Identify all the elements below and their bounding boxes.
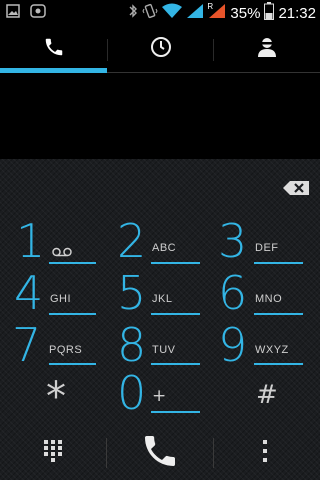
tab-contacts[interactable]	[214, 25, 320, 73]
key-letters: +	[152, 386, 167, 406]
dial-key-4[interactable]: 4 GHI	[0, 270, 106, 322]
key-letters: MNO	[255, 293, 283, 305]
key-underline	[49, 313, 96, 315]
dial-key-hash[interactable]: #	[213, 372, 319, 424]
key-letters: WXYZ	[255, 344, 289, 356]
key-underline	[254, 313, 303, 315]
key-underline	[254, 262, 303, 264]
key-digit: 5	[117, 266, 147, 320]
key-underline	[49, 363, 96, 365]
key-digit: #	[256, 380, 278, 410]
notification-icon	[30, 4, 46, 23]
backspace-button[interactable]	[282, 180, 310, 196]
key-digit: 9	[218, 318, 248, 372]
key-digit: 7	[12, 318, 42, 372]
battery-icon	[264, 2, 275, 25]
call-button[interactable]	[137, 428, 183, 474]
bluetooth-icon	[128, 3, 138, 24]
tab-call-log[interactable]	[108, 25, 213, 73]
bottom-divider	[213, 438, 214, 468]
bottom-divider	[106, 438, 107, 468]
signal-icon	[186, 3, 204, 24]
key-underline	[151, 262, 200, 264]
tab-bar	[0, 25, 320, 73]
overflow-menu-icon	[263, 440, 267, 462]
dial-key-1[interactable]: 1	[0, 218, 106, 270]
key-underline	[151, 313, 200, 315]
phone-icon	[43, 36, 65, 63]
key-digit: 0	[117, 366, 147, 420]
key-underline	[151, 363, 200, 365]
dial-key-7[interactable]: 7 PQRS	[0, 322, 106, 374]
call-icon	[145, 436, 175, 466]
key-underline	[254, 363, 303, 365]
tab-phone[interactable]	[0, 25, 107, 73]
key-digit: 8	[117, 318, 147, 372]
battery-percent: 35%	[230, 5, 261, 22]
vibrate-icon	[142, 3, 158, 24]
person-icon	[256, 36, 278, 63]
dialpad-toggle-button[interactable]	[36, 434, 70, 468]
dial-key-star[interactable]: *	[0, 372, 106, 424]
gallery-icon	[6, 4, 20, 23]
dialpad-icon	[44, 440, 62, 462]
key-underline	[151, 411, 200, 413]
key-letters: GHI	[50, 293, 72, 305]
key-digit: *	[46, 374, 66, 420]
dial-key-0[interactable]: 0 +	[107, 366, 213, 424]
status-bar: R 35% 21:32	[0, 0, 320, 25]
dial-key-2[interactable]: 2 ABC	[107, 218, 213, 270]
key-digit: 2	[117, 214, 147, 268]
key-underline	[49, 262, 96, 264]
dial-key-3[interactable]: 3 DEF	[213, 218, 319, 270]
key-letters: DEF	[255, 242, 279, 254]
dialed-number-field[interactable]	[0, 73, 320, 159]
key-letters: JKL	[152, 293, 173, 305]
dial-key-9[interactable]: 9 WXYZ	[213, 322, 319, 374]
backspace-icon	[283, 181, 309, 195]
key-digit: 3	[218, 214, 248, 268]
voicemail-icon	[52, 244, 72, 262]
overflow-menu-button[interactable]	[252, 436, 278, 466]
clock-time: 21:32	[278, 5, 316, 22]
key-digit: 4	[14, 266, 44, 320]
key-letters: PQRS	[49, 344, 83, 356]
signal-roaming-icon: R	[207, 2, 226, 24]
roaming-badge: R	[207, 2, 214, 11]
key-letters: ABC	[152, 242, 177, 254]
wifi-icon	[162, 3, 183, 24]
dial-key-6[interactable]: 6 MNO	[213, 270, 319, 322]
key-digit: 1	[16, 214, 46, 268]
dial-key-5[interactable]: 5 JKL	[107, 270, 213, 322]
key-letters: TUV	[152, 344, 176, 356]
key-digit: 6	[218, 266, 248, 320]
clock-icon	[150, 36, 172, 63]
